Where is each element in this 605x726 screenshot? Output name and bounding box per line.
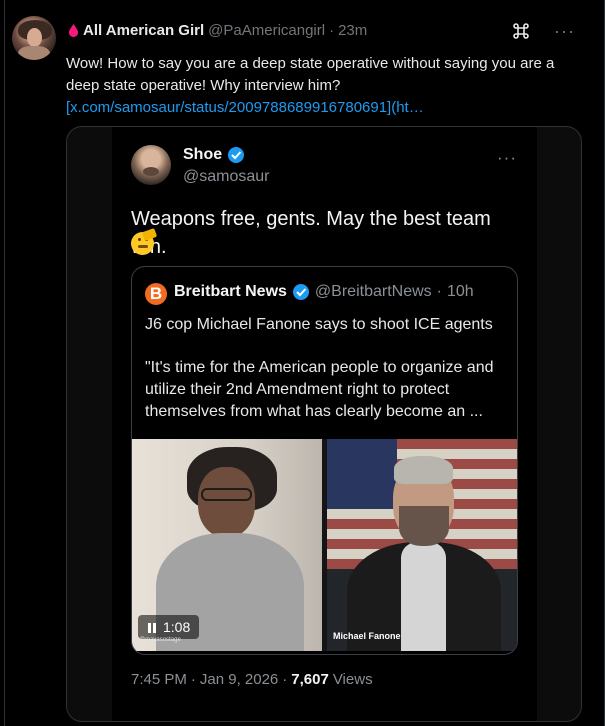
video-duration: 1:08 — [163, 619, 191, 635]
quoted-author-name: Breitbart News — [174, 283, 287, 300]
quoted-tweet-card: B Breitbart News @BreitbartNews · 10h J6… — [131, 266, 518, 655]
left-speaker-face — [198, 467, 255, 537]
views-count: 7,607 — [291, 671, 329, 688]
quoted-author-handle: @BreitbartNews — [314, 283, 432, 300]
quoted-time: 10h — [446, 283, 474, 300]
embedded-date: Jan 9, 2026 — [199, 671, 279, 688]
command-icon[interactable] — [512, 22, 530, 40]
quoted-tweet-text: J6 cop Michael Fanone says to shoot ICE … — [145, 314, 507, 423]
quoted-excerpt: "It's time for the American people to or… — [145, 359, 494, 420]
quoted-separator: · — [436, 283, 442, 300]
embedded-time: 7:45 PM — [131, 671, 187, 688]
shoe-avatar — [131, 145, 171, 185]
right-speaker-shirt — [401, 542, 446, 651]
right-speaker-pane — [327, 439, 517, 651]
embedded-author-name: Shoe — [183, 146, 223, 163]
social-post: All American Girl @PaAmericangirl · 23m … — [0, 0, 605, 726]
embedded-author-handle: @samosaur — [183, 168, 270, 185]
quoted-verified-badge-icon — [292, 283, 310, 301]
embedded-author-row: Shoe — [183, 146, 245, 164]
breitbart-logo-icon: B — [145, 283, 167, 305]
header-separator: · — [329, 22, 335, 39]
poster-avatar[interactable] — [12, 16, 56, 60]
video-controls: 1:08 — [138, 615, 200, 639]
right-speaker-hair — [394, 456, 453, 484]
right-speaker-beard — [399, 506, 449, 546]
poster-handle[interactable]: @PaAmericangirl — [208, 22, 325, 39]
embedded-media-card[interactable]: Shoe @samosaur ··· Weapons free, gents. … — [66, 126, 582, 722]
views-label: Views — [332, 671, 373, 688]
post-header: All American Girl @PaAmericangirl · 23m — [68, 22, 367, 39]
left-timeline-rule — [4, 0, 5, 726]
embedded-tweet-text: Weapons free, gents. May the best team w… — [131, 208, 491, 258]
pause-icon — [147, 621, 157, 633]
embedded-more-icon: ··· — [497, 148, 517, 167]
post-body-text: Wow! How to say you are a deep state ope… — [66, 55, 555, 94]
embedded-tweet-screenshot: Shoe @samosaur ··· Weapons free, gents. … — [112, 127, 537, 721]
quoted-video-thumbnail: 1:08 @mayasostage Michael Fanone — [132, 439, 517, 651]
poster-display-name[interactable]: All American Girl — [83, 22, 204, 39]
avatar-shirt-shape — [18, 46, 50, 60]
quoted-tweet-header: Breitbart News @BreitbartNews · 10h — [174, 283, 474, 301]
quoted-headline: J6 cop Michael Fanone says to shoot ICE … — [145, 316, 493, 333]
avatar-face-shape — [27, 28, 42, 47]
red-drop-icon — [68, 24, 79, 37]
left-speaker-glasses — [201, 488, 252, 501]
saluting-face-emoji — [131, 228, 158, 255]
embedded-tweet-meta: 7:45 PM · Jan 9, 2026 · 7,607 Views — [131, 671, 373, 688]
post-more-icon[interactable]: ··· — [554, 22, 575, 40]
post-link[interactable]: [x.com/samosaur/status/20097886899167806… — [66, 97, 586, 119]
right-speaker-caption: Michael Fanone — [333, 631, 401, 641]
meta-separator-two: · — [282, 671, 288, 688]
left-speaker-watermark: @mayasostage — [139, 637, 181, 643]
verified-badge-icon — [227, 146, 245, 164]
meta-separator-one: · — [190, 671, 196, 688]
post-header-actions: ··· — [512, 22, 575, 40]
post-time[interactable]: 23m — [338, 22, 367, 39]
flag-canton — [327, 439, 397, 509]
